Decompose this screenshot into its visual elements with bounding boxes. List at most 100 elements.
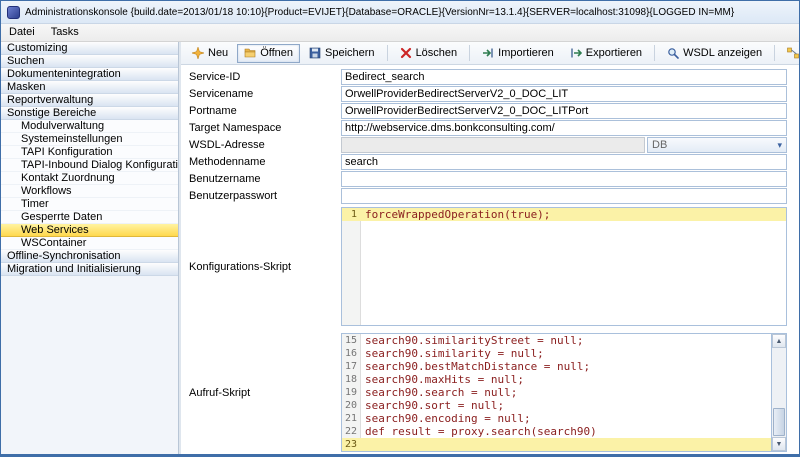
sidebar-item-tapi-konfiguration[interactable]: TAPI Konfiguration <box>1 146 178 159</box>
sidebar-item-suchen[interactable]: Suchen <box>1 55 178 68</box>
web-service-form: Service-ID Servicename Portname Target N… <box>181 65 799 454</box>
wsdl-source-combo[interactable]: DB ▾ <box>647 137 787 153</box>
scrollbar-thumb[interactable] <box>773 408 785 436</box>
scroll-up-icon[interactable]: ▲ <box>772 334 786 348</box>
main-panel: Neu Öffnen Speichern <box>181 42 799 454</box>
neu-button[interactable]: Neu <box>185 44 235 63</box>
oeffnen-button[interactable]: Öffnen <box>237 44 300 63</box>
sidebar-item-dokumentenintegration[interactable]: Dokumentenintegration <box>1 68 178 81</box>
mapping-button[interactable]: Mapping <box>780 44 800 63</box>
line-number: 17 <box>342 360 360 373</box>
titlebar: Administrationskonsole {build.date=2013/… <box>1 1 799 24</box>
servicename-input[interactable] <box>341 86 787 102</box>
sidebar-item-web-services[interactable]: Web Services <box>1 224 178 237</box>
oeffnen-button-label: Öffnen <box>260 47 293 59</box>
code-text: forceWrappedOperation(true); <box>360 208 550 221</box>
sidebar-item-wscontainer[interactable]: WSContainer <box>1 237 178 250</box>
save-icon <box>309 47 321 59</box>
toolbar-separator <box>387 45 388 61</box>
form-row: Target Namespace <box>189 120 787 136</box>
code-line: 16 search90.similarity = null; <box>342 347 771 360</box>
new-icon <box>192 47 204 59</box>
portname-input[interactable] <box>341 103 787 119</box>
sidebar-item-reportverwaltung[interactable]: Reportverwaltung <box>1 94 178 107</box>
call-script-editor-wrap: 15 search90.similarityStreet = null; 16 … <box>341 333 787 452</box>
form-row: Aufruf-Skript 15 search90.similarityStre… <box>189 333 787 452</box>
form-row: Methodenname <box>189 154 787 170</box>
open-icon <box>244 47 256 59</box>
menubar: Datei Tasks <box>1 24 799 42</box>
line-number: 15 <box>342 334 360 347</box>
call-script-editor[interactable]: 15 search90.similarityStreet = null; 16 … <box>341 333 772 452</box>
methodenname-label: Methodenname <box>189 156 341 168</box>
code-line: 18 search90.maxHits = null; <box>342 373 771 386</box>
app-window: Administrationskonsole {build.date=2013/… <box>0 0 800 457</box>
portname-label: Portname <box>189 105 341 117</box>
export-icon <box>570 47 582 59</box>
wsdl-anzeigen-button[interactable]: WSDL anzeigen <box>660 44 769 63</box>
config-script-editor[interactable]: 1 forceWrappedOperation(true); <box>341 207 787 326</box>
target-namespace-input[interactable] <box>341 120 787 136</box>
line-number: 22 <box>342 425 360 438</box>
sidebar-item-tapi-inbound-dialog[interactable]: TAPI-Inbound Dialog Konfiguration <box>1 159 178 172</box>
wsdl-anzeigen-button-label: WSDL anzeigen <box>683 47 762 59</box>
konfigurations-skript-label: Konfigurations-Skript <box>189 261 341 273</box>
sidebar-item-migration-und-initialisierung[interactable]: Migration und Initialisierung <box>1 263 178 276</box>
delete-icon <box>400 47 412 59</box>
line-number: 16 <box>342 347 360 360</box>
sidebar-item-masken[interactable]: Masken <box>1 81 178 94</box>
chevron-down-icon: ▾ <box>777 140 782 151</box>
speichern-button[interactable]: Speichern <box>302 44 382 63</box>
aufruf-skript-label: Aufruf-Skript <box>189 387 341 399</box>
service-id-input[interactable] <box>341 69 787 85</box>
import-icon <box>482 47 494 59</box>
neu-button-label: Neu <box>208 47 228 59</box>
code-text: search90.search = null; <box>360 386 517 399</box>
form-row: Benutzername <box>189 171 787 187</box>
form-row: Benutzerpasswort <box>189 188 787 204</box>
loeschen-button-label: Löschen <box>416 47 458 59</box>
sidebar-item-systemeinstellungen[interactable]: Systemeinstellungen <box>1 133 178 146</box>
target-namespace-label: Target Namespace <box>189 122 341 134</box>
sidebar: Customizing Suchen Dokumentenintegration… <box>1 42 179 454</box>
sidebar-item-customizing[interactable]: Customizing <box>1 42 178 55</box>
menu-datei[interactable]: Datei <box>1 24 43 41</box>
exportieren-button[interactable]: Exportieren <box>563 44 649 63</box>
loeschen-button[interactable]: Löschen <box>393 44 465 63</box>
sidebar-item-gesperrte-daten[interactable]: Gesperrte Daten <box>1 211 178 224</box>
code-line: 20 search90.sort = null; <box>342 399 771 412</box>
sidebar-item-sonstige-bereiche[interactable]: Sonstige Bereiche <box>1 107 178 120</box>
mapping-icon <box>787 47 799 59</box>
sidebar-item-modulverwaltung[interactable]: Modulverwaltung <box>1 120 178 133</box>
importieren-button[interactable]: Importieren <box>475 44 561 63</box>
menu-tasks[interactable]: Tasks <box>43 24 87 41</box>
form-row: Servicename <box>189 86 787 102</box>
form-row: Portname <box>189 103 787 119</box>
scroll-down-icon[interactable]: ▼ <box>772 437 786 451</box>
vertical-scrollbar[interactable]: ▲ ▼ <box>772 333 787 452</box>
code-text: def result = proxy.search(search90) <box>360 425 597 438</box>
line-number: 23 <box>342 438 360 451</box>
scrollbar-track[interactable] <box>772 348 786 437</box>
window-title: Administrationskonsole {build.date=2013/… <box>25 7 734 18</box>
line-number: 1 <box>342 208 360 221</box>
content: Customizing Suchen Dokumentenintegration… <box>1 42 799 454</box>
sidebar-item-kontakt-zuordnung[interactable]: Kontakt Zuordnung <box>1 172 178 185</box>
sidebar-item-workflows[interactable]: Workflows <box>1 185 178 198</box>
wsdl-adresse-input <box>341 137 645 153</box>
sidebar-item-offline-synchronisation[interactable]: Offline-Synchronisation <box>1 250 178 263</box>
benutzername-input[interactable] <box>341 171 787 187</box>
methodenname-input[interactable] <box>341 154 787 170</box>
app-icon <box>7 6 20 19</box>
code-text: search90.sort = null; <box>360 399 504 412</box>
sidebar-item-timer[interactable]: Timer <box>1 198 178 211</box>
toolbar-separator <box>654 45 655 61</box>
benutzerpasswort-input[interactable] <box>341 188 787 204</box>
speichern-button-label: Speichern <box>325 47 375 59</box>
wsdl-source-combo-value: DB <box>652 139 667 151</box>
benutzerpasswort-label: Benutzerpasswort <box>189 190 341 202</box>
code-text: search90.similarityStreet = null; <box>360 334 584 347</box>
code-text: search90.encoding = null; <box>360 412 531 425</box>
line-number: 20 <box>342 399 360 412</box>
magnifier-icon <box>667 47 679 59</box>
